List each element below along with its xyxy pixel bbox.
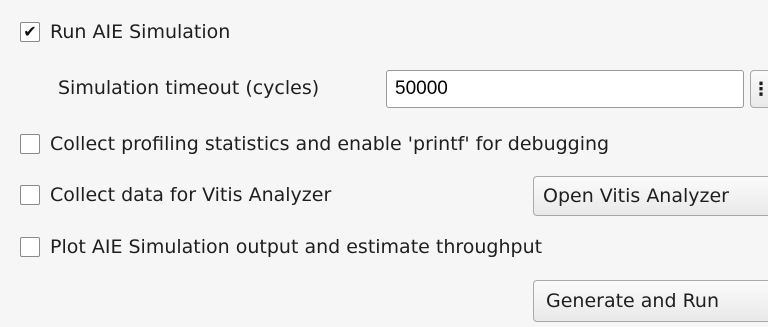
simulation-timeout-input[interactable] xyxy=(386,70,744,108)
timeout-options-button[interactable]: ⋮ xyxy=(750,70,768,108)
collect-vitis-data-label: Collect data for Vitis Analyzer xyxy=(50,184,332,206)
collect-vitis-data-checkbox[interactable] xyxy=(20,185,40,205)
plot-output-checkbox[interactable] xyxy=(20,237,40,257)
simulation-timeout-label: Simulation timeout (cycles) xyxy=(58,77,320,99)
open-vitis-analyzer-button[interactable]: Open Vitis Analyzer xyxy=(533,176,768,216)
plot-output-label: Plot AIE Simulation output and estimate … xyxy=(50,236,543,258)
run-aie-simulation-checkbox[interactable]: ✔ xyxy=(20,22,40,42)
run-aie-simulation-label: Run AIE Simulation xyxy=(50,21,231,43)
collect-profiling-label: Collect profiling statistics and enable … xyxy=(50,133,610,155)
collect-profiling-checkbox[interactable] xyxy=(20,134,40,154)
generate-and-run-button[interactable]: Generate and Run xyxy=(533,280,768,322)
more-options-icon: ⋮ xyxy=(752,79,768,100)
checkmark-icon: ✔ xyxy=(23,22,37,41)
